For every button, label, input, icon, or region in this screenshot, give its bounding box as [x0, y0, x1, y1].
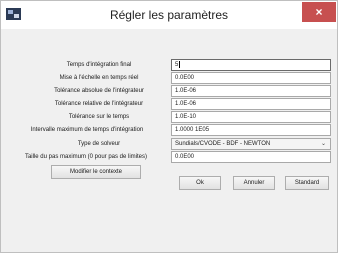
label-time-tolerance: Tolérance sur le temps	[68, 114, 130, 120]
settings-dialog: Régler les paramètres × Temps d'intégrat…	[0, 0, 338, 253]
absolute-tolerance-input[interactable]: 1.0E-06	[171, 85, 331, 97]
label-relative-tolerance: Tolérance relative de l'intégrateur	[54, 101, 144, 107]
close-icon: ×	[315, 5, 323, 19]
label-absolute-tolerance: Tolérance absolue de l'intégrateur	[54, 88, 144, 94]
label-solver-type: Type de solveur	[77, 141, 121, 147]
final-integration-time-input[interactable]: 5	[171, 59, 331, 71]
window-title: Régler les paramètres	[109, 8, 229, 22]
label-real-time-scaling: Mise à l'échelle en temps réel	[59, 75, 139, 81]
label-final-integration-time: Temps d'intégration final	[66, 62, 132, 68]
max-integration-interval-input[interactable]: 1.0000 1E05	[171, 124, 331, 136]
cancel-button[interactable]: Annuler	[233, 176, 275, 190]
label-max-integration-interval: Intervalle maximum de temps d'intégratio…	[30, 127, 144, 133]
close-button[interactable]: ×	[302, 2, 336, 22]
label-max-step-size: Taille du pas maximum (0 pour pas de lim…	[24, 154, 148, 160]
real-time-scaling-input[interactable]: 0.0E00	[171, 72, 331, 84]
solver-type-select[interactable]: Sundials/CVODE - BDF - NEWTON ⌄	[171, 138, 331, 150]
standard-button[interactable]: Standard	[285, 176, 329, 190]
ok-button[interactable]: Ok	[179, 176, 221, 190]
chevron-down-icon: ⌄	[320, 141, 326, 147]
relative-tolerance-input[interactable]: 1.0E-06	[171, 98, 331, 110]
title-bar: Régler les paramètres ×	[1, 1, 337, 29]
max-step-size-input[interactable]: 0.0E00	[171, 151, 331, 163]
time-tolerance-input[interactable]: 1.0E-10	[171, 111, 331, 123]
modify-context-button[interactable]: Modifier le contexte	[51, 165, 141, 179]
text-caret	[179, 60, 181, 68]
